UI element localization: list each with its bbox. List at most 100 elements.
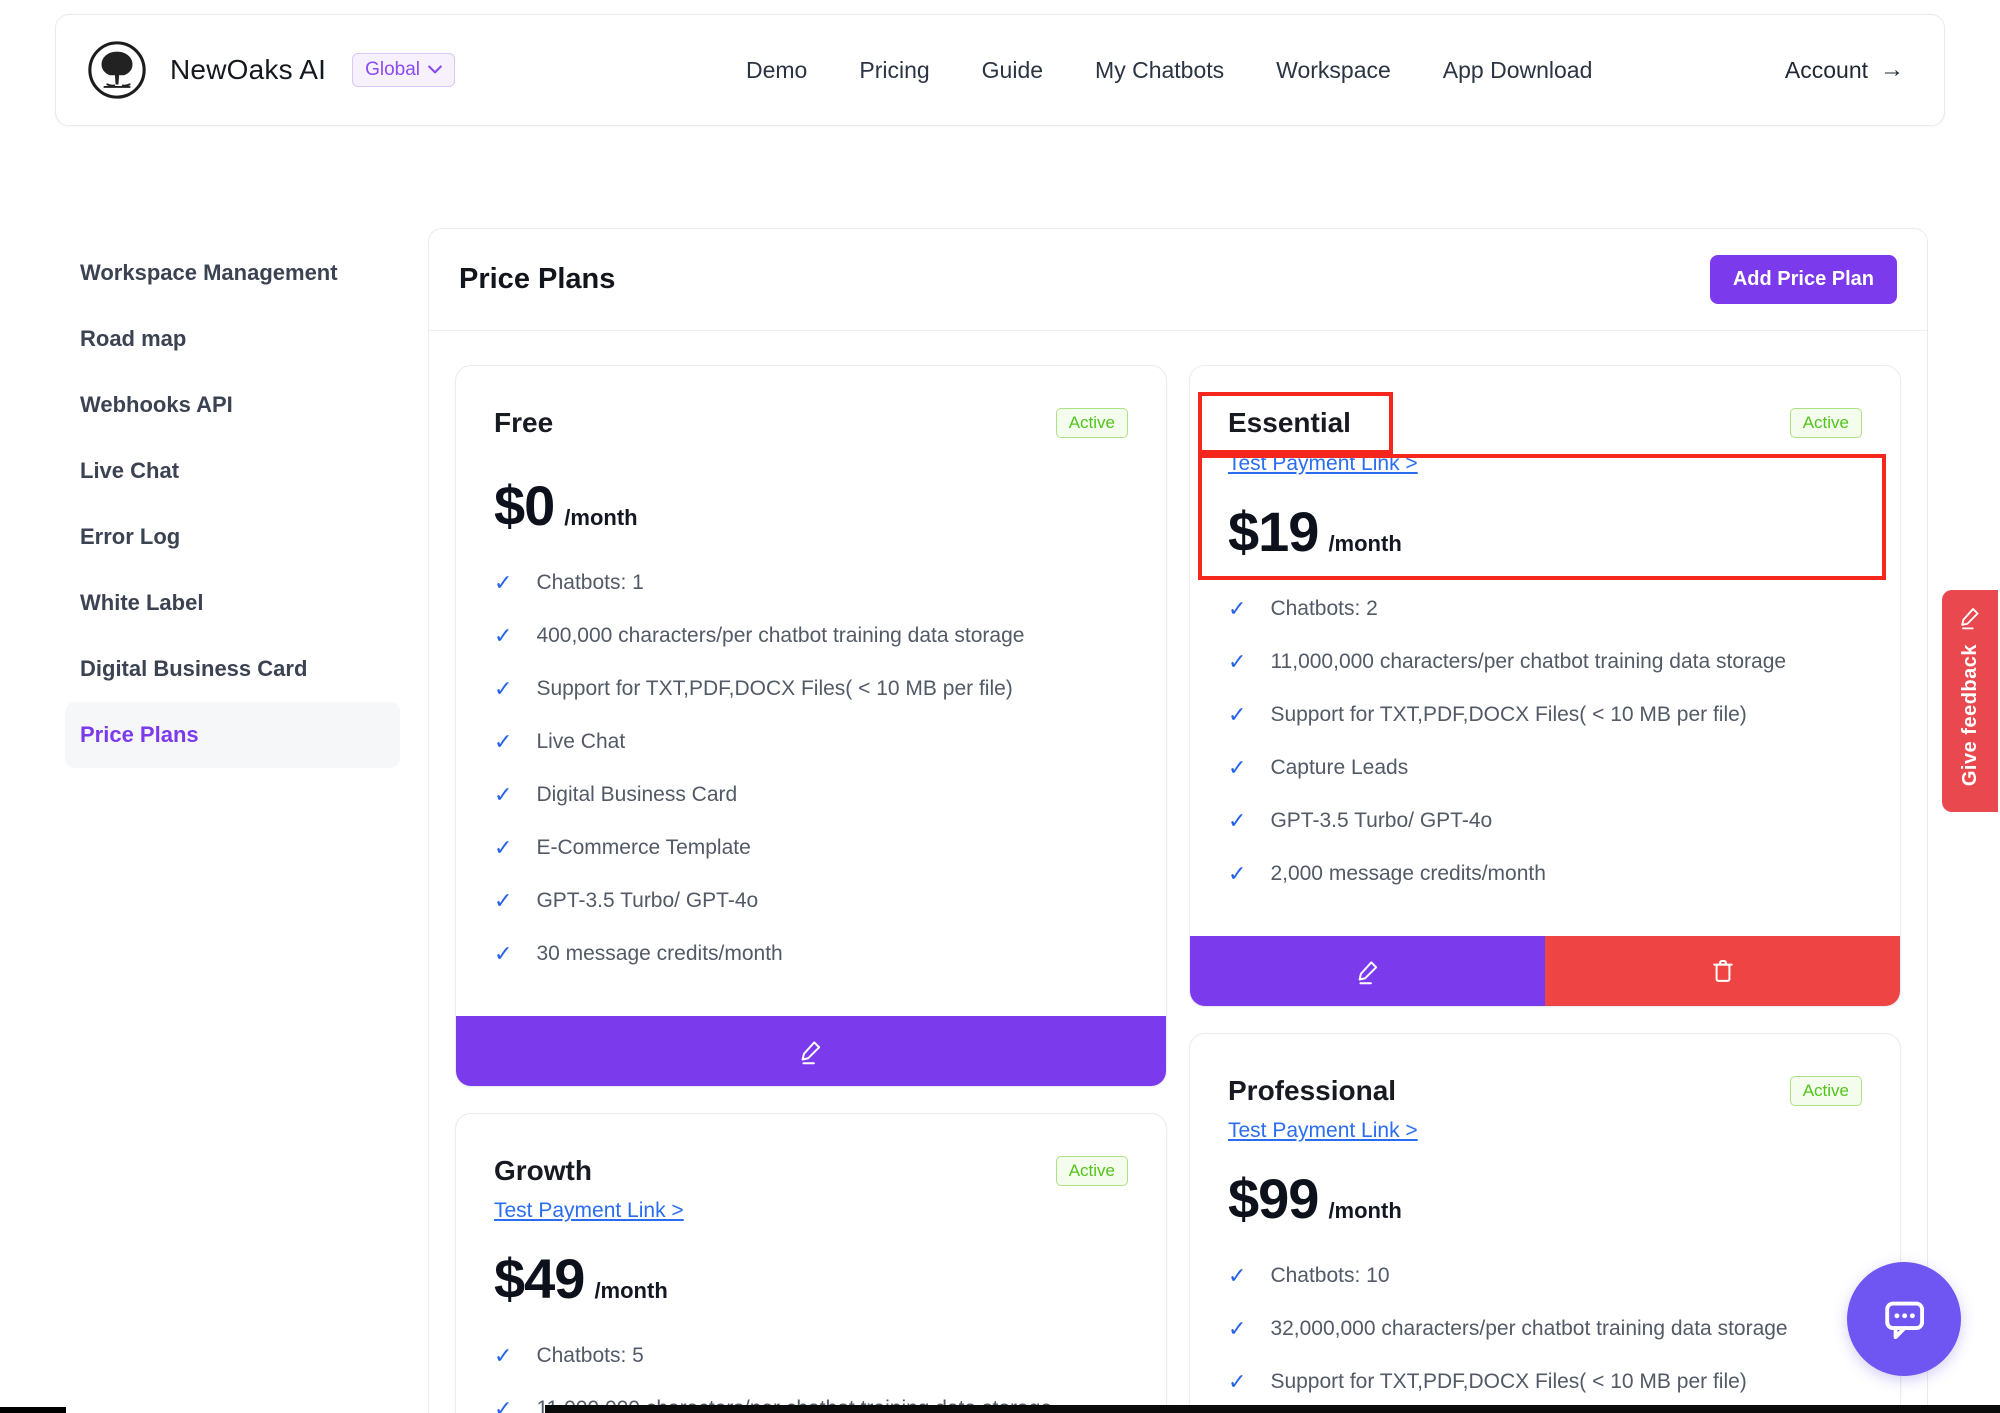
sidebar-item-road-map[interactable]: Road map — [65, 306, 400, 372]
sidebar-item-error-log[interactable]: Error Log — [65, 504, 400, 570]
feature-text: Live Chat — [536, 727, 625, 756]
nav-link-demo[interactable]: Demo — [746, 57, 807, 84]
account-menu[interactable]: Account → — [1785, 15, 1904, 125]
edit-plan-button[interactable] — [1190, 936, 1545, 1006]
plan-title: Professional — [1228, 1074, 1396, 1108]
top-navbar: NewOaks AI Global Demo Pricing Guide My Cha… — [55, 14, 1945, 126]
plan-title: Free — [494, 406, 553, 440]
feature-text: GPT-3.5 Turbo/ GPT-4o — [1270, 806, 1492, 835]
check-icon: ✓ — [494, 621, 512, 650]
give-feedback-tab[interactable]: Give feedback — [1942, 590, 1998, 812]
main-nav: Demo Pricing Guide My Chatbots Workspace App … — [746, 15, 1592, 125]
feature-item: ✓30 message credits/month — [494, 939, 1128, 968]
feature-item: ✓Capture Leads — [1228, 753, 1862, 782]
test-payment-link[interactable]: Test Payment Link > — [1228, 452, 1418, 476]
edit-plan-button[interactable] — [456, 1016, 1166, 1086]
sidebar-item-workspace-management[interactable]: Workspace Management — [65, 240, 400, 306]
feature-item: ✓ Live Chat — [494, 727, 1128, 756]
feature-text: 30 message credits/month — [536, 939, 782, 968]
nav-link-workspace[interactable]: Workspace — [1276, 57, 1391, 84]
status-badge: Active — [1056, 1156, 1128, 1186]
feature-item: ✓ GPT-3.5 Turbo/ GPT-4o — [1228, 806, 1862, 835]
check-icon: ✓ — [494, 1394, 512, 1413]
plan-card-header: FreeActive — [494, 406, 1128, 440]
feature-item: ✓Chatbots: 5 — [494, 1341, 1128, 1370]
pencil-icon — [1957, 604, 1983, 630]
plan-card-header: Professional Active — [1228, 1074, 1862, 1108]
sidebar-item-price-plans[interactable]: Price Plans — [65, 702, 400, 768]
feature-text: Support for TXT,PDF,DOCX Files( < 10 MB … — [1270, 700, 1746, 729]
feature-item: ✓11,000,000 characters/per chatbot train… — [1228, 647, 1862, 676]
newoaks-logo-icon — [86, 39, 148, 101]
region-selector[interactable]: Global — [352, 53, 455, 87]
plan-cards-grid: FreeActive$0/month✓Chatbots: 1✓400,000 c… — [429, 331, 1927, 1413]
plan-price: $0 — [494, 478, 554, 534]
check-icon: ✓ — [494, 727, 512, 756]
plan-card-professional: Professional Active Test Payment Link > $99… — [1189, 1033, 1901, 1413]
brand-name: NewOaks AI — [170, 54, 326, 86]
plan-price: $99 — [1228, 1171, 1318, 1227]
plan-price: $49 — [494, 1251, 584, 1307]
plan-card-header: Essential Active — [1228, 406, 1862, 440]
nav-link-pricing[interactable]: Pricing — [859, 57, 929, 84]
pencil-icon — [1354, 957, 1382, 985]
feature-item: ✓E-Commerce Template — [494, 833, 1128, 862]
feature-text: Chatbots: 2 — [1270, 594, 1377, 623]
status-badge: Active — [1790, 408, 1862, 438]
account-label: Account — [1785, 57, 1868, 84]
feature-item: ✓Support for TXT,PDF,DOCX Files( < 10 MB… — [494, 674, 1128, 703]
price-wrap: $99/month — [1228, 1143, 1862, 1227]
sidebar-item-live-chat[interactable]: Live Chat — [65, 438, 400, 504]
test-payment-link[interactable]: Test Payment Link > — [1228, 1119, 1418, 1143]
chat-widget-button[interactable] — [1847, 1262, 1961, 1376]
page-title: Price Plans — [459, 263, 615, 296]
check-icon: ✓ — [1228, 806, 1246, 835]
price-row: $99/month — [1228, 1171, 1402, 1227]
nav-link-my-chatbots[interactable]: My Chatbots — [1095, 57, 1224, 84]
add-price-plan-button[interactable]: Add Price Plan — [1710, 255, 1897, 304]
feature-text: Capture Leads — [1270, 753, 1408, 782]
feature-item: ✓ Digital Business Card — [494, 780, 1128, 809]
plan-card-essential: EssentialActiveTest Payment Link >$19/mo… — [1189, 365, 1901, 1007]
panel-header: Price Plans Add Price Plan — [429, 229, 1927, 331]
feature-text: Digital Business Card — [536, 780, 737, 809]
plan-period: /month — [564, 505, 637, 531]
feature-list: ✓Chatbots: 5✓11,000,000 characters/per c… — [494, 1341, 1128, 1413]
sidebar-item-white-label[interactable]: White Label — [65, 570, 400, 636]
feature-text: Chatbots: 1 — [536, 568, 643, 597]
feature-item: ✓32,000,000 characters/per chatbot train… — [1228, 1314, 1862, 1343]
price-plans-panel: Price Plans Add Price Plan FreeActive$0/… — [428, 228, 1928, 1413]
check-icon: ✓ — [494, 780, 512, 809]
feature-text: Chatbots: 5 — [536, 1341, 643, 1370]
feature-list: ✓ Chatbots: 2 ✓11,000,000 characters/per c… — [1228, 594, 1862, 912]
feature-list: ✓ Chatbots: 1 ✓400,000 characters/per chat… — [494, 568, 1128, 992]
plan-column-1: FreeActive$0/month✓Chatbots: 1✓400,000 c… — [455, 365, 1167, 1413]
status-badge: Active — [1790, 1076, 1862, 1106]
check-icon: ✓ — [1228, 1367, 1246, 1396]
nav-link-app-download[interactable]: App Download — [1443, 57, 1593, 84]
feature-item: ✓Support for TXT,PDF,DOCX Files( < 10 MB… — [1228, 1367, 1862, 1396]
trash-icon — [1709, 957, 1737, 985]
check-icon: ✓ — [1228, 859, 1246, 888]
delete-plan-button[interactable] — [1545, 936, 1900, 1006]
nav-link-guide[interactable]: Guide — [982, 57, 1043, 84]
check-icon: ✓ — [494, 674, 512, 703]
test-payment-link[interactable]: Test Payment Link > — [494, 1199, 684, 1223]
sidebar-item-digital-business-card[interactable]: Digital Business Card — [65, 636, 400, 702]
plan-price: $19 — [1228, 504, 1318, 560]
region-label: Global — [365, 59, 420, 81]
feature-text: 2,000 message credits/month — [1270, 859, 1545, 888]
feature-text: E-Commerce Template — [536, 833, 750, 862]
check-icon: ✓ — [494, 568, 512, 597]
check-icon: ✓ — [494, 886, 512, 915]
sidebar-item-webhooks-api[interactable]: Webhooks API — [65, 372, 400, 438]
plan-title: Essential — [1228, 406, 1351, 440]
price-wrap: $0/month — [494, 440, 1128, 534]
plan-title: Growth — [494, 1154, 592, 1188]
check-icon: ✓ — [1228, 647, 1246, 676]
feature-item: ✓400,000 characters/per chatbot training… — [494, 621, 1128, 650]
plan-actions — [456, 1016, 1166, 1086]
bottom-edge-artifact-main — [545, 1405, 2000, 1413]
bottom-edge-artifact-left — [0, 1407, 66, 1413]
brand: NewOaks AI Global — [86, 15, 455, 125]
